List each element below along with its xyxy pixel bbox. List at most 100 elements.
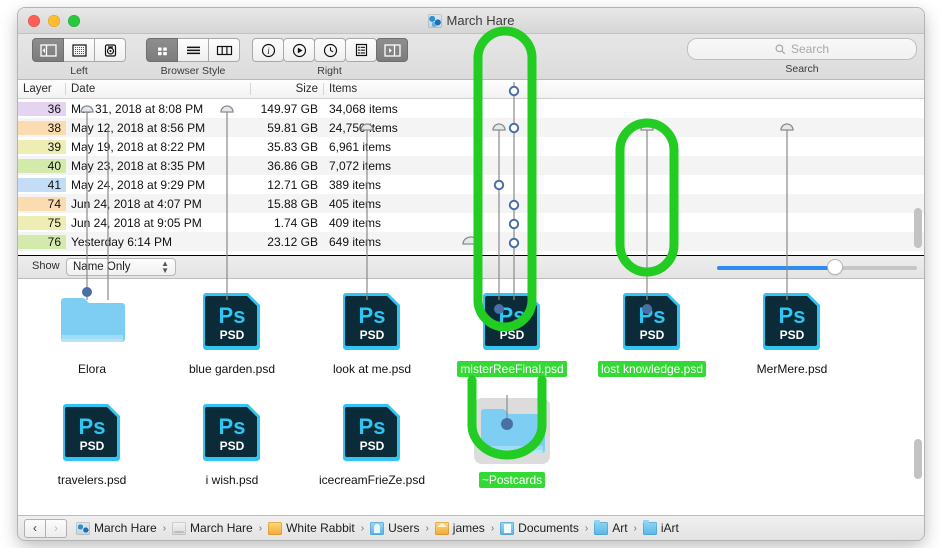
psd-file-icon[interactable]: Ps PSD [622,287,682,353]
file-name-label[interactable]: Elora [75,361,109,377]
toolbar: Left Browser Style i Right Search Search [18,34,924,80]
table-body: 36 Mar 31, 2018 at 8:08 PM 149.97 GB 34,068… [18,99,924,251]
psd-file-icon: PsPSD [343,293,400,350]
svg-text:PSD: PSD [780,328,805,342]
breadcrumb-item[interactable]: james [434,521,485,535]
cell-layer: 75 [18,215,66,230]
table-row[interactable]: 38 May 12, 2018 at 8:56 PM 59.81 GB 24,750 … [18,118,924,137]
psd-file-icon: PsPSD [763,293,820,350]
icon-size-slider[interactable] [717,260,917,274]
file-item[interactable]: Ps PSD travelers.psd [22,396,162,507]
psd-file-icon: PsPSD [483,293,540,350]
file-name-label[interactable]: icecreamFrieZe.psd [316,472,428,488]
psd-file-icon: PsPSD [343,404,400,461]
table-scrollbar[interactable] [914,100,922,252]
path-breadcrumb-bar: ‹ › March Hare › March Hare › White Rabbit › U… [18,515,924,540]
table-row[interactable]: 41 May 24, 2018 at 9:29 PM 12.71 GB 389 ite… [18,175,924,194]
sidebar-toggle-icon-button[interactable] [32,38,64,62]
breadcrumb-item[interactable]: iArt [642,519,679,535]
breadcrumb-item[interactable]: Art [594,519,628,535]
device-icon-button[interactable] [95,38,126,62]
file-item[interactable]: Ps PSD misterReeFinal.psd [442,285,582,396]
svg-text:Ps: Ps [639,303,666,328]
app-icon [76,521,90,535]
file-item[interactable]: Ps PSD look at me.psd [302,285,442,396]
breadcrumb-label: iArt [660,521,679,535]
file-name-label[interactable]: i wish.psd [203,472,262,488]
column-header-date[interactable]: Date [66,83,251,95]
file-item[interactable]: Ps PSD lost knowledge.psd [582,285,722,396]
column-header-size[interactable]: Size [251,83,324,95]
breadcrumb-item[interactable]: March Hare [76,521,157,535]
psd-file-icon[interactable]: Ps PSD [342,398,402,464]
file-item[interactable]: Ps PSD i wish.psd [162,396,302,507]
file-name-label[interactable]: ~Postcards [478,472,546,488]
file-item[interactable]: Ps PSD blue garden.psd [162,285,302,396]
breadcrumb-label: March Hare [94,521,157,535]
psd-file-icon[interactable]: Ps PSD [762,287,822,353]
psd-file-icon[interactable]: Ps PSD [62,398,122,464]
grid-scrollbar-thumb[interactable] [914,439,922,479]
cell-date: May 19, 2018 at 8:22 PM [71,139,206,154]
breadcrumb: March Hare › March Hare › White Rabbit › Users… [76,519,679,535]
breadcrumb-item[interactable]: White Rabbit [268,521,355,535]
show-mode-dropdown[interactable]: Name Only ▲ ▼ [66,258,176,276]
column-header-layer[interactable]: Layer [18,83,66,95]
file-name-label[interactable]: lost knowledge.psd [597,361,707,377]
grid-preview-icon-button[interactable] [64,38,95,62]
clock-icon-button[interactable] [314,38,346,62]
psd-file-icon[interactable]: Ps PSD [342,287,402,353]
psd-file-icon[interactable]: Ps PSD [202,287,262,353]
file-item[interactable]: ~Postcards [442,396,582,507]
icon-view-icon-button[interactable] [146,38,178,62]
file-name-label[interactable]: look at me.psd [330,361,414,377]
cell-items: 6,961 items [329,139,392,154]
back-button[interactable]: ‹ [24,518,46,538]
psd-file-icon[interactable]: Ps PSD [202,398,262,464]
forward-button[interactable]: › [46,518,67,538]
cell-date: Jun 24, 2018 at 4:07 PM [71,196,202,211]
file-name-label[interactable]: blue garden.psd [186,361,278,377]
folder-icon[interactable] [59,287,125,353]
info-icon-button[interactable]: i [252,38,284,62]
breadcrumb-item[interactable]: Documents [500,521,579,535]
svg-text:Ps: Ps [359,303,386,328]
column-view-icon-button[interactable] [209,38,240,62]
svg-text:PSD: PSD [80,439,105,453]
column-header-items[interactable]: Items [324,83,924,95]
cell-items: 389 items [329,177,382,192]
table-row[interactable]: 74 Jun 24, 2018 at 4:07 PM 15.88 GB 405 ite… [18,194,924,213]
breadcrumb-item[interactable]: Users [370,521,419,535]
finder-window: March Hare Left Browser Style i Right Se… [18,8,924,540]
table-row[interactable]: 39 May 19, 2018 at 8:22 PM 35.83 GB 6,961 i… [18,137,924,156]
file-item[interactable]: Elora [22,285,162,396]
cell-layer: 38 [18,120,66,135]
file-item[interactable]: Ps PSD icecreamFrieZe.psd [302,396,442,507]
slider-knob[interactable] [828,260,842,274]
svg-text:PSD: PSD [640,328,665,342]
psd-file-icon[interactable]: Ps PSD [482,287,542,353]
play-icon-button[interactable] [283,38,315,62]
show-label: Show [32,260,60,272]
file-item[interactable]: Ps PSD MerMere.psd [722,285,862,396]
breadcrumb-separator: › [258,522,263,534]
breadcrumb-separator: › [162,522,167,534]
table-scrollbar-thumb[interactable] [914,208,922,248]
folder-icon [481,409,545,453]
table-row[interactable]: 40 May 23, 2018 at 8:35 PM 36.86 GB 7,072 i… [18,156,924,175]
table-row[interactable]: 36 Mar 31, 2018 at 8:08 PM 149.97 GB 34,068… [18,99,924,118]
svg-text:Ps: Ps [219,303,246,328]
list-view-icon-button[interactable] [178,38,209,62]
file-name-label[interactable]: travelers.psd [55,472,130,488]
psd-file-icon: PsPSD [63,404,120,461]
cell-layer: 41 [18,177,66,192]
search-input[interactable]: Search [687,38,917,60]
inspector-toggle-icon-button[interactable] [376,38,408,62]
table-row[interactable]: 75 Jun 24, 2018 at 9:05 PM 1.74 GB 409 item… [18,213,924,232]
table-row[interactable]: 76 Yesterday 6:14 PM 23.12 GB 649 items [18,232,924,251]
folder-icon[interactable] [474,398,550,464]
list-detail-icon-button[interactable] [345,38,377,62]
breadcrumb-item[interactable]: March Hare [172,521,253,535]
file-name-label[interactable]: MerMere.psd [754,361,831,377]
file-name-label[interactable]: misterReeFinal.psd [457,361,567,377]
